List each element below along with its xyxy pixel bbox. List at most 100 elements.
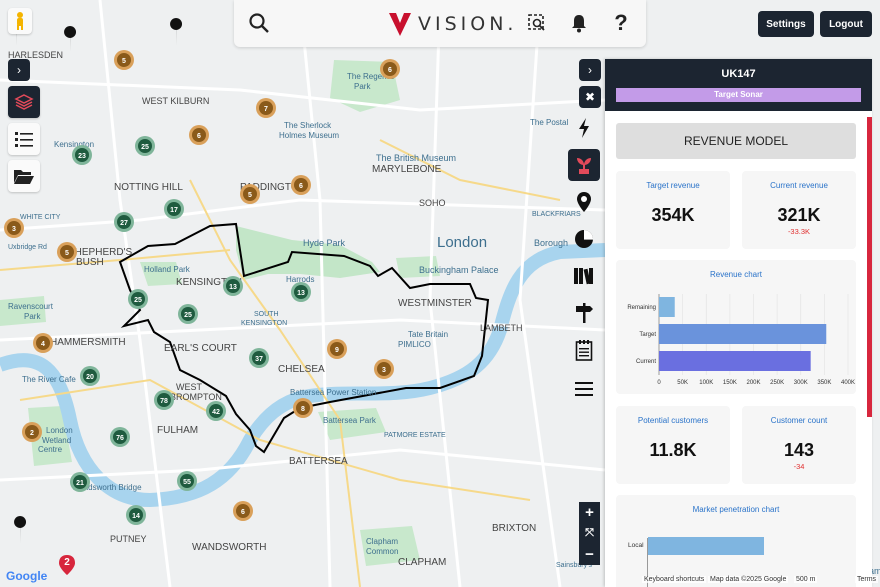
map-label: EARL'S COURT <box>164 343 237 354</box>
notes-button[interactable] <box>568 334 600 366</box>
chart-bar <box>659 324 827 344</box>
card-value: 354K <box>651 205 695 225</box>
chart-tick-label: 100K <box>699 380 713 386</box>
location-cluster[interactable]: 23 <box>72 145 92 165</box>
zoom-in-button[interactable]: + <box>579 502 600 523</box>
library-button[interactable] <box>568 260 600 292</box>
map-label: MARYLEBONE <box>372 164 442 175</box>
bell-icon <box>572 15 586 33</box>
location-cluster[interactable]: 76 <box>110 427 130 447</box>
zoom-out-button[interactable]: − <box>579 544 600 565</box>
street-view-pegman-icon[interactable] <box>8 8 32 34</box>
logout-button[interactable]: Logout <box>820 11 872 37</box>
location-cluster[interactable]: 7 <box>256 98 276 118</box>
brand-logo: VISION. <box>388 11 517 37</box>
cluster-count: 13 <box>297 290 305 297</box>
map-label: BATTERSEA <box>289 456 348 467</box>
help-button[interactable]: ? <box>608 10 634 36</box>
cluster-count: 25 <box>134 297 142 304</box>
location-cluster[interactable]: 5 <box>240 184 260 204</box>
keyboard-shortcuts-link[interactable]: Keyboard shortcuts <box>642 576 707 583</box>
location-cluster[interactable]: 8 <box>293 398 313 418</box>
map-label: FULHAM <box>157 425 198 436</box>
map-label: WESTMINSTER <box>398 298 472 309</box>
map-label: CHELSEA <box>278 364 325 375</box>
scale-bar-label: 500 m <box>794 576 818 583</box>
cluster-count: 5 <box>248 192 252 199</box>
location-button[interactable] <box>568 186 600 218</box>
panel-scroll-indicator[interactable] <box>867 117 872 417</box>
location-cluster[interactable]: 78 <box>154 390 174 410</box>
location-cluster[interactable]: 4 <box>33 333 53 353</box>
left-panel-expand-button[interactable]: › <box>8 59 30 81</box>
location-cluster[interactable]: 25 <box>128 289 148 309</box>
red-marker[interactable]: 2 <box>58 554 76 576</box>
open-folder-button[interactable] <box>8 160 40 192</box>
location-cluster[interactable]: 42 <box>206 401 226 421</box>
cluster-count: 42 <box>212 409 220 416</box>
location-cluster[interactable]: 27 <box>114 212 134 232</box>
cluster-count: 4 <box>41 341 45 348</box>
location-cluster[interactable]: 21 <box>70 472 90 492</box>
google-logo: Google <box>6 569 47 583</box>
notifications-button[interactable] <box>566 10 592 36</box>
map-label: Common <box>366 547 398 556</box>
cluster-count: 6 <box>299 183 303 190</box>
chart-tick-label: 350K <box>817 380 831 386</box>
cluster-count: 3 <box>12 226 16 233</box>
google-logo-text: Google <box>6 569 48 583</box>
reset-view-button[interactable]: ⤧ <box>579 523 600 544</box>
select-area-button[interactable] <box>524 10 550 36</box>
signpost-icon <box>576 303 593 323</box>
map-label: WEST KILBURN <box>142 96 209 106</box>
map-data-attribution: Map data ©2025 Google <box>708 576 789 583</box>
list-view-button[interactable] <box>8 123 40 155</box>
search-icon <box>249 13 269 33</box>
location-cluster[interactable]: 5 <box>114 50 134 70</box>
location-cluster[interactable]: 13 <box>223 276 243 296</box>
search-button[interactable] <box>246 10 272 36</box>
card-value: 143 <box>783 440 815 460</box>
settings-button[interactable]: Settings <box>758 11 814 37</box>
cluster-count: 27 <box>120 220 128 227</box>
location-cluster[interactable]: 25 <box>135 136 155 156</box>
location-cluster[interactable]: 2 <box>22 422 42 442</box>
terms-link[interactable]: Terms <box>855 576 879 583</box>
territory-sonar-button[interactable] <box>568 149 600 181</box>
map-label: BRIXTON <box>492 523 536 534</box>
location-cluster[interactable]: 6 <box>291 175 311 195</box>
tools-expand-button[interactable]: › <box>579 59 601 81</box>
cluster-count: 55 <box>183 479 191 486</box>
location-cluster[interactable]: 25 <box>178 304 198 324</box>
menu-button[interactable] <box>568 373 600 405</box>
revenue-model-button[interactable]: REVENUE MODEL <box>616 123 856 159</box>
location-cluster[interactable]: 13 <box>291 282 311 302</box>
chart-category-label: Local <box>628 542 644 549</box>
map-label: The River Cafe <box>22 375 76 384</box>
close-panel-button[interactable]: ✖ <box>579 86 601 108</box>
location-cluster[interactable]: 20 <box>80 366 100 386</box>
layers-button[interactable] <box>8 86 40 118</box>
signpost-button[interactable] <box>568 297 600 329</box>
location-cluster[interactable]: 9 <box>327 339 347 359</box>
location-cluster[interactable]: 3 <box>374 359 394 379</box>
location-cluster[interactable]: 55 <box>177 471 197 491</box>
location-cluster[interactable]: 6 <box>380 59 400 79</box>
location-cluster[interactable]: 5 <box>57 242 77 262</box>
location-cluster[interactable]: 17 <box>164 199 184 219</box>
location-cluster[interactable]: 14 <box>126 505 146 525</box>
cluster-count: 25 <box>141 144 149 151</box>
quick-action-button[interactable] <box>568 112 600 144</box>
map-label: Park <box>354 82 371 91</box>
cluster-count: 7 <box>264 106 268 113</box>
card-value: 321K <box>777 205 821 225</box>
location-cluster[interactable]: 3 <box>4 218 24 238</box>
pie-chart-button[interactable] <box>568 223 600 255</box>
location-cluster[interactable]: 6 <box>189 125 209 145</box>
map-label: Battersea Power Station <box>290 388 376 397</box>
map-label: PIMLICO <box>398 340 431 349</box>
location-cluster[interactable]: 37 <box>249 348 269 368</box>
vision-logo-icon <box>389 13 411 36</box>
market-bar-local <box>648 537 764 555</box>
location-cluster[interactable]: 6 <box>233 501 253 521</box>
